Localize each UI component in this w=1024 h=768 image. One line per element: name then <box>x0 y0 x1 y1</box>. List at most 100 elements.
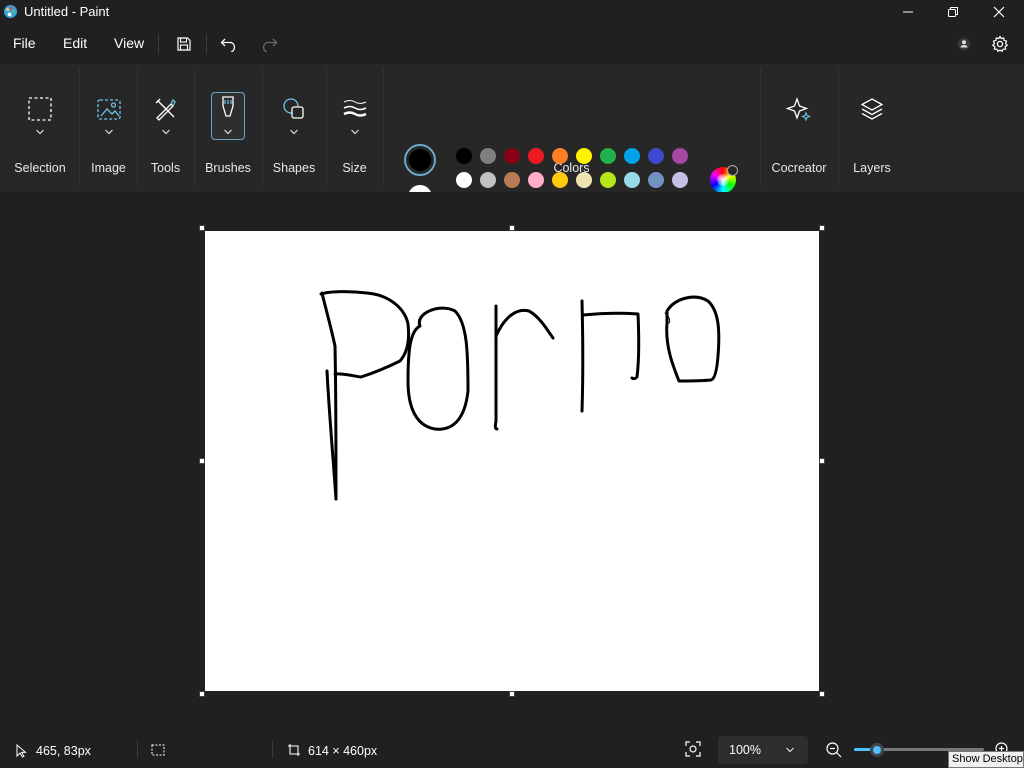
account-button[interactable] <box>951 32 977 56</box>
brush-icon <box>211 92 245 126</box>
tools-icon <box>149 92 183 126</box>
chevron-down-icon <box>224 129 232 135</box>
title-bar: Untitled - Paint <box>0 0 1024 24</box>
zoom-dropdown[interactable]: 100% <box>718 736 808 764</box>
image-icon <box>92 92 126 126</box>
minimize-button[interactable] <box>885 0 931 24</box>
canvas-resize-handle[interactable] <box>819 691 825 697</box>
chevron-down-icon <box>350 129 359 135</box>
selection-label: Selection <box>14 161 66 175</box>
tools-group[interactable]: Tools <box>137 64 194 192</box>
cocreator-label: Cocreator <box>771 161 827 175</box>
menu-divider <box>158 34 159 54</box>
color-swatch[interactable] <box>672 148 688 164</box>
image-group[interactable]: Image <box>80 64 137 192</box>
chevron-down-icon <box>161 129 170 135</box>
tools-label: Tools <box>150 161 181 175</box>
status-divider <box>272 740 273 758</box>
canvas-resize-handle[interactable] <box>819 458 825 464</box>
show-desktop-tooltip: Show Desktop <box>948 751 1024 768</box>
menu-file[interactable]: File <box>13 35 36 51</box>
add-color-icon <box>727 165 738 176</box>
color-swatch[interactable] <box>576 172 592 188</box>
canvas-resize-handle[interactable] <box>509 225 515 231</box>
color-swatch[interactable] <box>552 148 568 164</box>
undo-icon <box>220 38 236 52</box>
layers-group[interactable]: Layers <box>838 64 906 192</box>
restore-button[interactable] <box>930 0 976 24</box>
color-swatch[interactable] <box>504 172 520 188</box>
drawing-canvas[interactable] <box>205 231 819 691</box>
chevron-down-icon <box>104 129 113 135</box>
canvas-size: 614 × 460px <box>308 744 378 758</box>
canvas-size-icon <box>288 744 300 756</box>
shapes-icon <box>277 92 311 126</box>
fit-screen-icon <box>685 741 701 757</box>
zoom-out-icon[interactable] <box>825 741 843 759</box>
colors-label: Colors <box>553 161 590 175</box>
color-swatch[interactable] <box>600 148 616 164</box>
close-icon <box>993 6 1005 18</box>
selection-size-icon <box>151 744 165 756</box>
color-swatch[interactable] <box>504 148 520 164</box>
selection-icon <box>23 92 57 126</box>
save-button[interactable] <box>171 32 197 56</box>
color-swatch[interactable] <box>480 148 496 164</box>
canvas-resize-handle[interactable] <box>199 225 205 231</box>
color-wheel-icon <box>717 174 729 186</box>
color-swatch[interactable] <box>528 148 544 164</box>
pointer-icon <box>16 744 27 758</box>
brushes-label: Brushes <box>205 161 251 175</box>
chevron-down-icon <box>786 747 794 753</box>
canvas-resize-handle[interactable] <box>509 691 515 697</box>
color-swatch[interactable] <box>624 148 640 164</box>
chevron-down-icon <box>36 129 44 135</box>
undo-button[interactable] <box>216 32 242 56</box>
image-label: Image <box>91 161 126 175</box>
ribbon: Selection Image Tools Brushes Shapes Siz… <box>0 64 1024 212</box>
color-swatch[interactable] <box>600 172 616 188</box>
save-icon <box>177 37 191 51</box>
color-swatch[interactable] <box>624 172 640 188</box>
close-button[interactable] <box>976 0 1022 24</box>
canvas-resize-handle[interactable] <box>199 458 205 464</box>
cocreator-group[interactable]: Cocreator <box>760 64 838 192</box>
fit-to-window-button[interactable] <box>684 740 704 760</box>
redo-icon <box>262 38 278 52</box>
color-swatch[interactable] <box>456 172 472 188</box>
color-swatch[interactable] <box>456 148 472 164</box>
brushes-group[interactable]: Brushes <box>194 64 262 192</box>
size-icon <box>338 92 372 126</box>
account-icon <box>958 38 970 50</box>
status-divider <box>137 740 138 758</box>
canvas-resize-handle[interactable] <box>199 691 205 697</box>
canvas-drawing <box>319 290 721 501</box>
shapes-label: Shapes <box>272 161 316 175</box>
color-swatch[interactable] <box>672 172 688 188</box>
color-swatch[interactable] <box>552 172 568 188</box>
redo-button[interactable] <box>256 32 282 56</box>
menu-view[interactable]: View <box>114 35 144 51</box>
color-swatch[interactable] <box>576 148 592 164</box>
color-swatch[interactable] <box>648 148 664 164</box>
primary-color-swatch[interactable] <box>404 144 436 176</box>
shapes-group[interactable]: Shapes <box>262 64 326 192</box>
settings-button[interactable] <box>987 32 1013 56</box>
menu-divider <box>206 34 207 54</box>
color-swatch[interactable] <box>648 172 664 188</box>
selection-group[interactable]: Selection <box>0 64 80 192</box>
cursor-position: 465, 83px <box>36 744 91 758</box>
minimize-icon <box>903 11 913 13</box>
size-label: Size <box>342 161 367 175</box>
primary-color-fill <box>409 149 431 171</box>
window-title: Untitled - Paint <box>24 4 110 19</box>
sparkle-icon <box>782 92 816 126</box>
color-swatch[interactable] <box>480 172 496 188</box>
menu-edit[interactable]: Edit <box>63 35 87 51</box>
menu-bar: File Edit View <box>0 24 1024 64</box>
size-group[interactable]: Size <box>326 64 383 192</box>
edit-colors-button[interactable] <box>710 165 738 193</box>
canvas-resize-handle[interactable] <box>819 225 825 231</box>
zoom-value: 100% <box>729 743 761 757</box>
color-swatch[interactable] <box>528 172 544 188</box>
